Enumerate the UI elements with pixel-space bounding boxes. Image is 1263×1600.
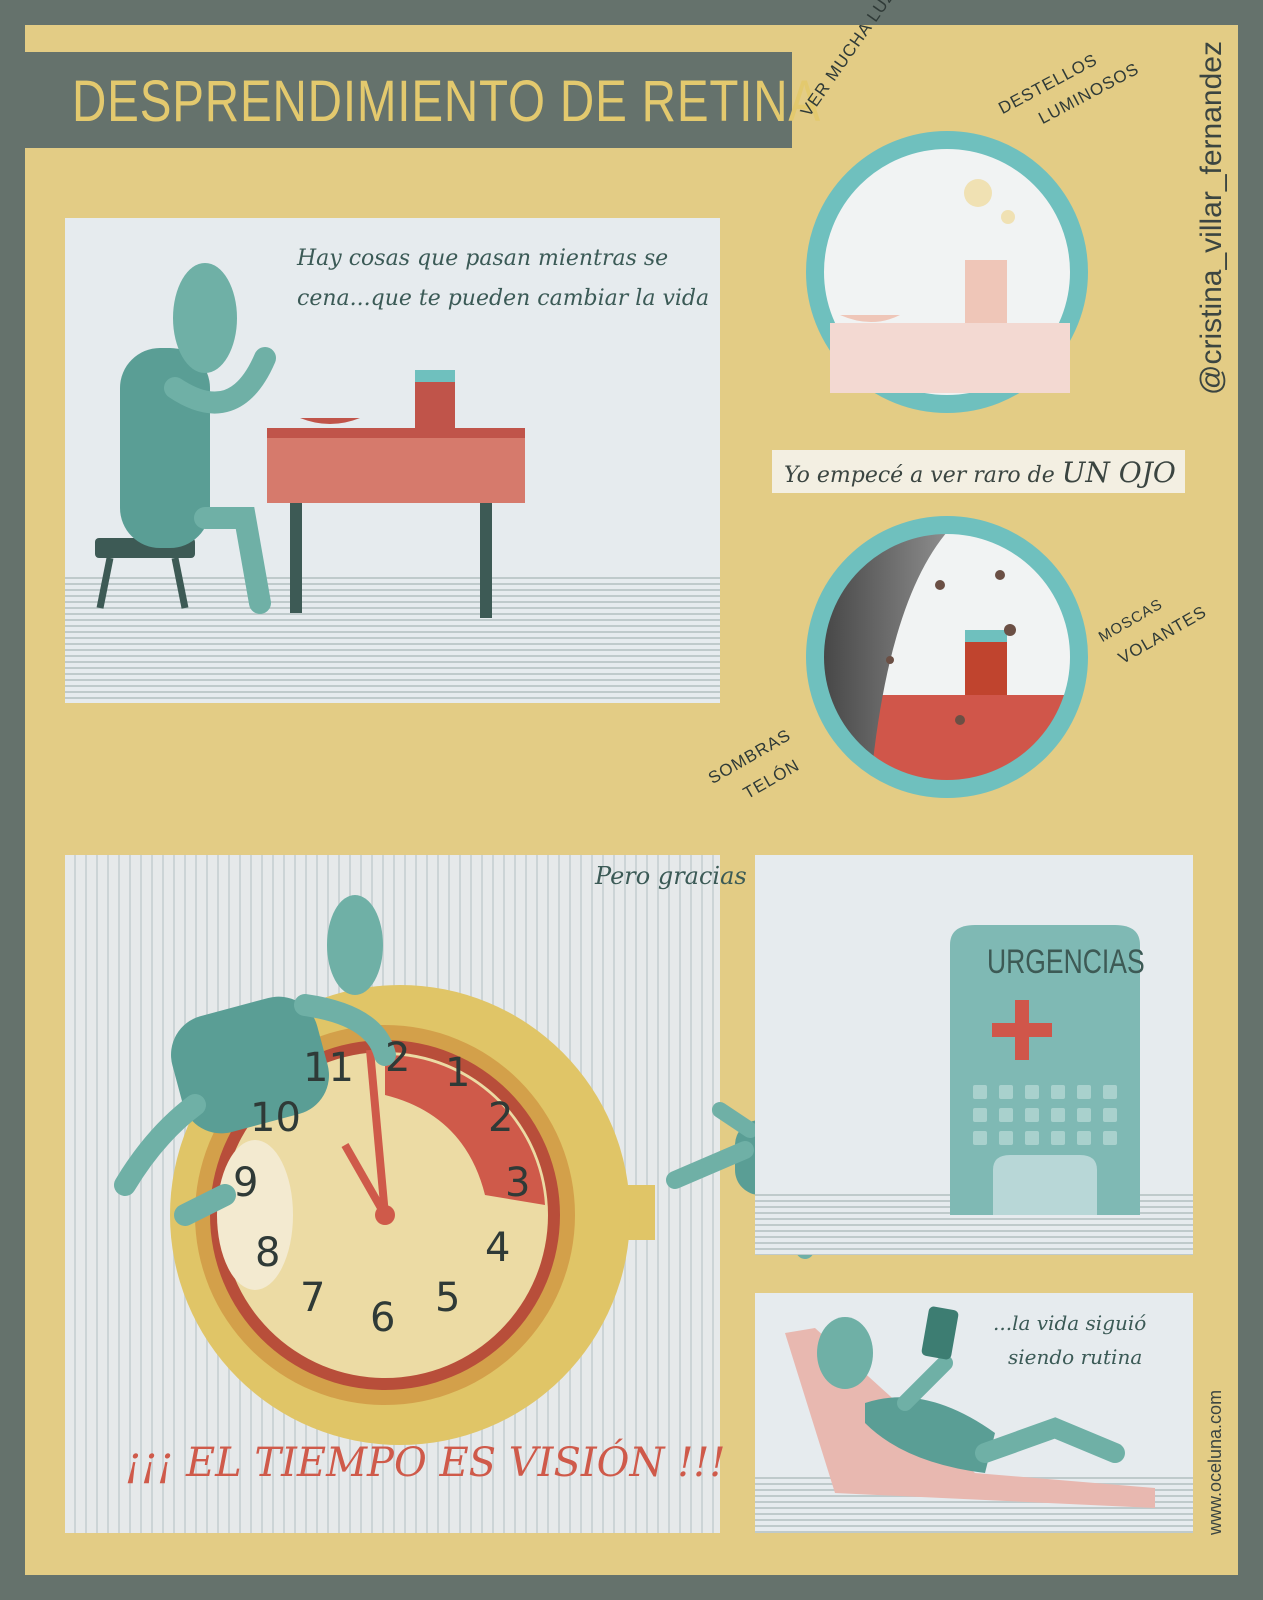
slogan: ¡¡¡ EL TIEMPO ES VISIÓN !!!	[125, 1440, 726, 1486]
clock-number: 8	[255, 1230, 281, 1276]
clock-number: 4	[485, 1225, 511, 1271]
hospital-building	[950, 925, 1140, 1215]
page-title: DESPRENDIMIENTO DE RETINA	[72, 69, 821, 134]
clock-number: 9	[233, 1160, 259, 1206]
clock-number: 1	[445, 1050, 471, 1096]
dinner-illustration	[95, 263, 525, 618]
clock-number: 6	[370, 1295, 396, 1341]
routine-caption-line2: siendo rutina	[1008, 1345, 1143, 1369]
clock-number: 2	[385, 1035, 411, 1081]
hospital-panel: URGENCIAS	[755, 855, 1193, 1255]
banner-text-emph: UN OJO	[1061, 456, 1176, 489]
bright-light-circle	[806, 131, 1088, 413]
clock-panel: 11 2 1 2 3 4 5 6 7 8 9 10 ¡¡¡ EL TIEMPO …	[65, 855, 725, 1533]
website: www.oceluna.com	[1205, 1389, 1225, 1535]
floaters-circle	[806, 516, 1088, 798]
clock-number: 11	[303, 1045, 354, 1091]
clock-number: 2	[488, 1095, 514, 1141]
clock-number: 7	[300, 1275, 326, 1321]
clock-number: 5	[435, 1275, 461, 1321]
clock-number: 3	[505, 1160, 531, 1206]
routine-panel: ...la vida siguió siendo rutina	[755, 1293, 1193, 1533]
banner: Yo empecé a ver raro de UN OJO	[772, 450, 1185, 493]
banner-text-start: Yo empecé a ver raro de	[784, 463, 1062, 488]
hospital-sign: URGENCIAS	[987, 943, 1145, 981]
dinner-panel: Hay cosas que pasan mientras se cena...q…	[65, 218, 720, 703]
author-handle: @cristina_villar_fernandez	[1195, 41, 1228, 395]
clock-number: 10	[250, 1095, 301, 1141]
routine-caption-line1: ...la vida siguió	[993, 1311, 1147, 1335]
banner-text: Yo empecé a ver raro de UN OJO	[784, 456, 1176, 489]
clock-numbers: 11 2 1 2 3 4 5 6 7 8 9 10	[65, 855, 720, 1533]
